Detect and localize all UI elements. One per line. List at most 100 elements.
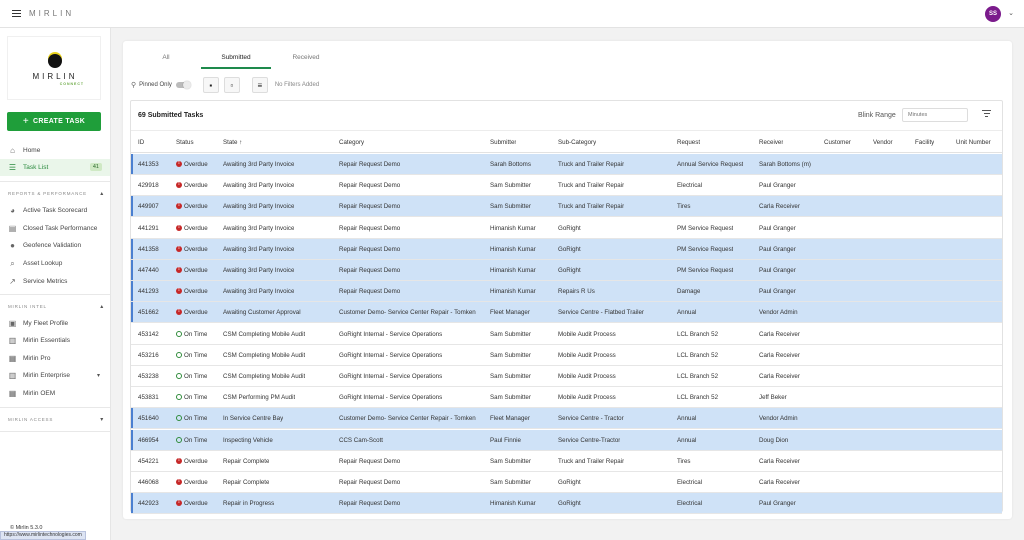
table-row[interactable]: 429918 Overdue Awaiting 3rd Party Invoice R… (131, 175, 1002, 197)
document-icon: ▤ (8, 224, 17, 233)
brand-logo-text: MIRLIN (29, 9, 75, 18)
user-avatar[interactable]: SS (985, 6, 1001, 22)
cell-submitter: Sam Submitter (490, 394, 531, 402)
cell-submitter: Sam Submitter (490, 457, 531, 465)
table-row[interactable]: 451640 On Time In Service Centre Bay Custom… (131, 408, 1002, 430)
cell-state: Awaiting 3rd Party Invoice (223, 288, 295, 296)
sidebar-item-service-metrics[interactable]: ↗ Service Metrics (0, 273, 110, 290)
column-header-request[interactable]: Request (677, 139, 700, 146)
menu-icon[interactable] (12, 10, 21, 17)
section-reports-header[interactable]: REPORTS & PERFORMANCE ▴ (8, 190, 104, 197)
status-badge: On Time (176, 436, 207, 444)
sidebar-item-my-fleet-profile[interactable]: ▣ My Fleet Profile (0, 315, 110, 332)
column-header-vendor[interactable]: Vendor (873, 139, 893, 146)
overdue-icon (176, 224, 182, 231)
cell-submitter: Himanish Kumar (490, 267, 536, 274)
column-header-unit[interactable]: Unit Number (956, 139, 991, 146)
sidebar-item-asset-lookup[interactable]: ⌕ Asset Lookup (0, 255, 110, 272)
table-row[interactable]: 446068 Overdue Repair Complete Repair Reque… (131, 472, 1002, 493)
tab-received[interactable]: Received (271, 47, 341, 69)
create-task-button[interactable]: + CREATE TASK (7, 112, 101, 131)
company-logo: MIRLIN CONNECT (7, 36, 101, 100)
table-row[interactable]: 441353 Overdue Awaiting 3rd Party Invoice R… (131, 154, 1002, 175)
status-badge: On Time (176, 415, 207, 422)
table-row[interactable]: 453238 On Time CSM Completing Mobile Audit… (131, 366, 1002, 387)
sidebar-item-active-task-scorecard[interactable]: ◕ Active Task Scorecard (0, 202, 110, 219)
tasks-table: 69 Submitted Tasks Blink Range ID Status S… (130, 100, 1003, 515)
cell-category: GoRight Internal - Service Operations (339, 351, 443, 359)
cell-request: LCL Branch 52 (677, 373, 719, 380)
column-header-category[interactable]: Category (339, 139, 364, 146)
chevron-down-icon[interactable]: ▾ (97, 372, 100, 379)
cell-category: Customer Demo- Service Center Repair - T… (339, 309, 476, 317)
sidebar-item-home[interactable]: ⌂ Home (0, 142, 110, 159)
cell-receiver: Paul Granger (759, 288, 796, 296)
pinned-only-toggle[interactable] (175, 81, 191, 89)
cell-receiver: Vendor Admin (759, 415, 798, 423)
divider (0, 181, 110, 182)
table-row[interactable]: 453142 On Time CSM Completing Mobile Audit… (131, 324, 1002, 345)
save-icon[interactable]: ▪ (202, 77, 219, 93)
status-text: On Time (184, 351, 208, 359)
overdue-icon (176, 288, 182, 295)
filter-icon[interactable]: ≡ (251, 77, 268, 93)
sidebar-item-mirlin-pro[interactable]: ▦ Mirlin Pro (0, 350, 110, 367)
tab-all[interactable]: All (131, 47, 201, 69)
overdue-icon (176, 457, 182, 464)
column-header-receiver[interactable]: Receiver (759, 139, 783, 146)
cell-receiver: Vendor Admin (759, 309, 798, 317)
divider (0, 294, 110, 295)
tab-submitted[interactable]: Submitted (201, 47, 271, 69)
overdue-icon (176, 479, 182, 485)
create-task-label: CREATE TASK (33, 118, 86, 125)
table-row[interactable]: 441293 Overdue Awaiting 3rd Party Invoice R… (131, 281, 1002, 303)
cell-category: GoRight Internal - Service Operations (339, 373, 443, 380)
column-header-state[interactable]: State ↑ (223, 139, 242, 146)
column-header-facility[interactable]: Facility (915, 139, 934, 146)
pin-icon: ⚲ (131, 82, 137, 89)
status-text: Overdue (184, 479, 208, 486)
cell-subcategory: Mobile Audit Process (558, 330, 616, 338)
table-row[interactable]: 441358 Overdue Awaiting 3rd Party Invoice R… (131, 238, 1002, 260)
cell-category: GoRight Internal - Service Operations (339, 330, 443, 338)
overdue-icon (176, 267, 182, 273)
column-header-subcategory[interactable]: Sub-Category (558, 139, 596, 146)
section-access-header[interactable]: MIRLIN ACCESS ▾ (8, 416, 104, 423)
sidebar-item-mirlin-oem[interactable]: ▦ Mirlin OEM (0, 385, 110, 402)
cell-request: PM Service Request (677, 224, 734, 232)
table-row[interactable]: 451662 Overdue Awaiting Customer Approval C… (131, 302, 1002, 324)
column-header-customer[interactable]: Customer (824, 139, 851, 146)
column-options-icon[interactable] (982, 110, 991, 119)
column-header-id[interactable]: ID (138, 139, 144, 146)
blink-range-input[interactable] (902, 108, 968, 122)
status-badge: Overdue (176, 182, 208, 189)
table-row[interactable]: 453831 On Time CSM Performing PM Audit GoRi… (131, 387, 1002, 409)
save-as-icon[interactable]: ▫ (223, 77, 240, 93)
cell-subcategory: Service Centre - Tractor (558, 415, 624, 423)
column-header-status[interactable]: Status (176, 139, 194, 146)
cell-request: LCL Branch 52 (677, 351, 719, 359)
status-bar-url: https://www.mirlintechnologies.com (0, 531, 86, 540)
table-row[interactable]: 454221 Overdue Repair Complete Repair Reque… (131, 451, 1002, 472)
table-title: 69 Submitted Tasks (138, 112, 204, 119)
sidebar-item-closed-task-performance[interactable]: ▤ Closed Task Performance (0, 220, 110, 237)
clock-icon (176, 373, 182, 379)
table-row[interactable]: 466954 On Time Inspecting Vehicle CCS Cam-S… (131, 429, 1002, 451)
table-row[interactable]: 442923 Overdue Repair in Progress Repair Re… (131, 493, 1002, 515)
sidebar-item-task-list[interactable]: ☰ Task List 41 (0, 159, 110, 176)
column-header-submitter[interactable]: Submitter (490, 139, 516, 146)
sidebar-item-mirlin-enterprise[interactable]: ▥ Mirlin Enterprise ▾ (0, 367, 110, 384)
sidebar-item-mirlin-essentials[interactable]: ▥ Mirlin Essentials (0, 332, 110, 349)
profile-icon: ▣ (8, 319, 17, 328)
logo-subtitle: CONNECT (59, 82, 84, 86)
table-row[interactable]: 449907 Overdue Awaiting 3rd Party Invoice R… (131, 196, 1002, 218)
chevron-down-icon[interactable]: ⌄ (1008, 9, 1014, 17)
cell-receiver: Carla Receiver (759, 457, 800, 465)
cell-request: Tires (677, 203, 691, 211)
sidebar-item-geofence-validation[interactable]: ● Geofence Validation (0, 237, 110, 254)
table-row[interactable]: 447440 Overdue Awaiting 3rd Party Invoice R… (131, 260, 1002, 281)
sidebar-item-label: Task List (23, 164, 49, 171)
section-intel-header[interactable]: MIRLIN INTEL ▴ (8, 303, 104, 310)
table-row[interactable]: 453216 On Time CSM Completing Mobile Audit… (131, 345, 1002, 366)
table-row[interactable]: 441291 Overdue Awaiting 3rd Party Invoice R… (131, 218, 1002, 239)
